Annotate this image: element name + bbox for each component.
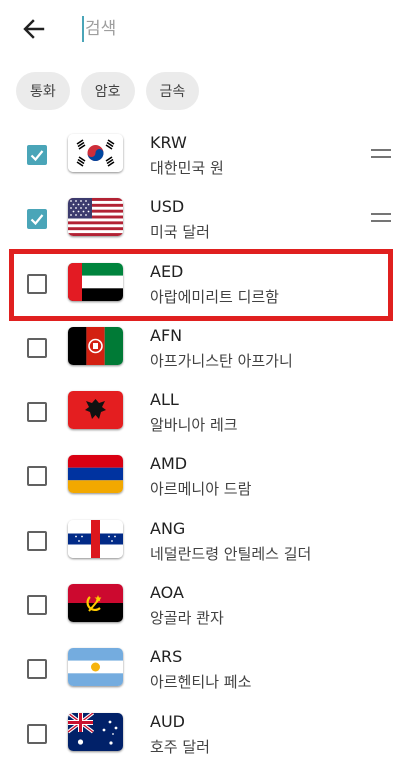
south-korea-flag-icon	[68, 134, 123, 172]
currency-name: 네덜란드령 안틸레스 길더	[150, 544, 312, 563]
checkbox[interactable]	[27, 209, 47, 230]
currency-row-afn[interactable]: AFN 아프가니스탄 아프가니	[0, 317, 408, 381]
currency-code: ANG	[150, 518, 186, 538]
chip-crypto[interactable]: 암호	[80, 72, 135, 110]
checkbox[interactable]	[27, 723, 47, 744]
checkbox[interactable]	[27, 145, 47, 165]
search-input[interactable]	[82, 12, 385, 46]
top-bar	[0, 0, 408, 58]
filter-chips: 통화 암호 금속	[16, 72, 200, 110]
currency-name: 아르메니아 드람	[150, 480, 252, 499]
currency-name: 대한민국 원	[150, 159, 224, 177]
armenia-flag-icon	[68, 455, 123, 494]
currency-name: 앙골라 콴자	[150, 609, 224, 628]
netherlands-antilles-flag-icon	[68, 519, 123, 558]
arrow-left-icon	[23, 19, 45, 39]
currency-name: 알바니아 레크	[150, 416, 238, 435]
checkbox[interactable]	[27, 530, 47, 551]
australia-flag-icon	[68, 712, 123, 751]
currency-code: AFN	[150, 325, 183, 345]
currency-code: AUD	[150, 711, 185, 731]
currency-code: AMD	[150, 454, 188, 474]
currency-code: USD	[150, 197, 185, 217]
drag-handle-icon[interactable]	[371, 213, 391, 225]
checkmark-icon	[30, 214, 44, 226]
argentina-flag-icon	[68, 648, 123, 687]
currency-row-ars[interactable]: ARS 아르헨티나 페소	[0, 638, 408, 702]
chip-currency[interactable]: 통화	[16, 72, 70, 110]
currency-row-all[interactable]: ALL 알바니아 레크	[0, 381, 408, 445]
drag-handle-icon[interactable]	[371, 149, 391, 161]
search-box[interactable]	[82, 12, 385, 46]
currency-name: 호주 달러	[150, 737, 210, 756]
currency-row-aud[interactable]: AUD 호주 달러	[0, 703, 408, 767]
currency-code: ALL	[150, 390, 179, 410]
chip-metals[interactable]: 금속	[145, 72, 200, 110]
afghanistan-flag-icon	[68, 326, 123, 365]
highlight-box	[9, 249, 393, 321]
checkmark-icon	[30, 150, 44, 162]
currency-name: 아프가니스탄 아프가니	[150, 351, 293, 370]
currency-row-amd[interactable]: AMD 아르메니아 드람	[0, 445, 408, 509]
albania-flag-icon	[68, 391, 123, 430]
currency-code: AOA	[150, 583, 184, 603]
back-button[interactable]	[18, 14, 50, 44]
checkbox[interactable]	[27, 595, 47, 616]
usa-flag-icon	[68, 198, 123, 237]
currency-name: 미국 달러	[150, 223, 210, 242]
currency-code: ARS	[150, 647, 183, 667]
currency-name: 아르헨티나 페소	[150, 673, 252, 692]
checkbox[interactable]	[27, 466, 47, 487]
checkbox[interactable]	[27, 659, 47, 680]
currency-row-aoa[interactable]: AOA 앙골라 콴자	[0, 574, 408, 638]
currency-row-krw[interactable]: KRW 대한민국 원	[0, 124, 408, 188]
currency-code: KRW	[150, 133, 187, 152]
checkbox[interactable]	[27, 337, 47, 358]
currency-row-ang[interactable]: ANG 네덜란드령 안틸레스 길더	[0, 510, 408, 574]
currency-list: KRW 대한민국 원 USD 미국 달러 AED 아랍에미리트 디르함 AFN …	[0, 124, 408, 767]
currency-row-usd[interactable]: USD 미국 달러	[0, 188, 408, 252]
angola-flag-icon	[68, 584, 123, 623]
checkbox[interactable]	[27, 402, 47, 423]
